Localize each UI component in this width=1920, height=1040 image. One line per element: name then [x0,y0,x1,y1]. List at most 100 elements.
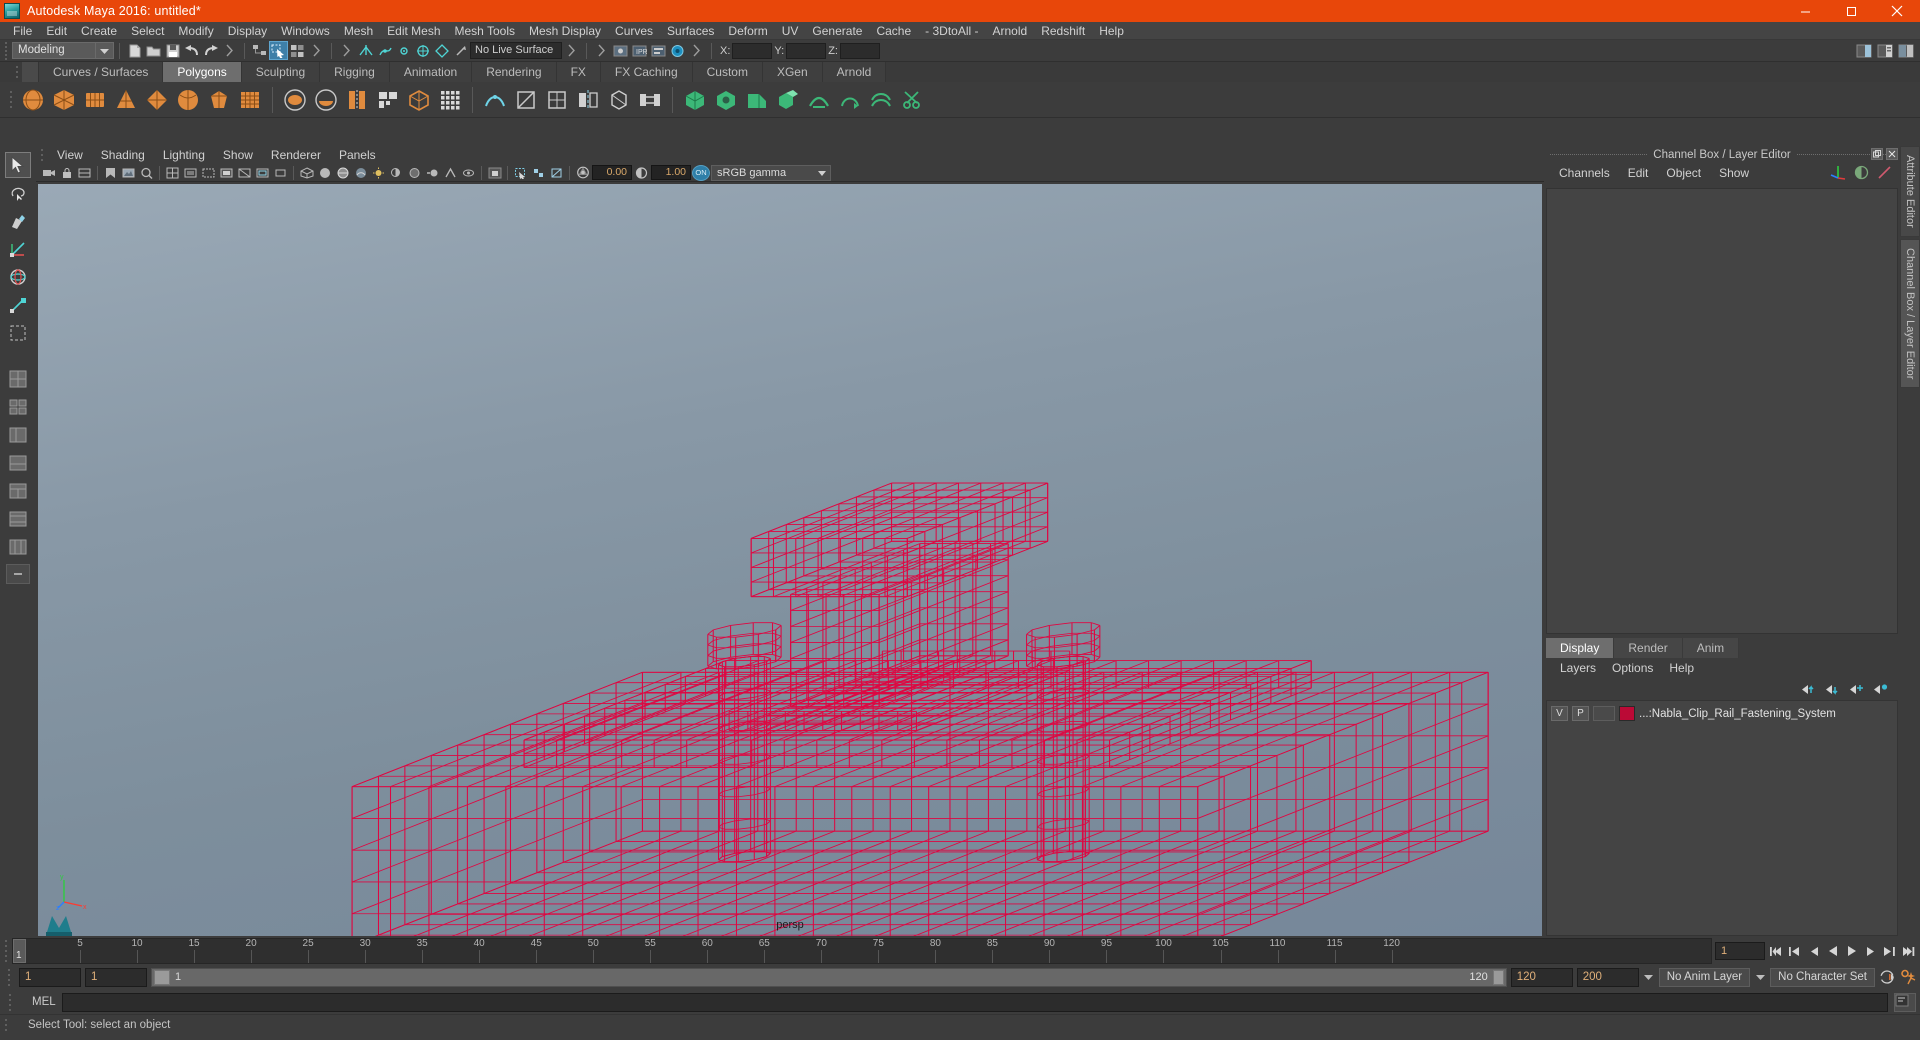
menu-item-curves[interactable]: Curves [608,22,660,40]
menu-item-redshift[interactable]: Redshift [1034,22,1092,40]
viewport-3d[interactable]: y x z persp [38,184,1542,936]
menu-item-cache[interactable]: Cache [869,22,918,40]
menu-item-mesh-tools[interactable]: Mesh Tools [448,22,522,40]
menu-item-display[interactable]: Display [221,22,274,40]
maximize-button[interactable] [1828,0,1874,22]
close-button[interactable] [1874,0,1920,22]
extract-icon[interactable] [436,86,464,114]
lighting-icon[interactable] [370,165,387,181]
layer-tab-anim[interactable]: Anim [1682,638,1740,658]
menu-set-dropdown-arrow[interactable] [96,42,114,59]
statusline-expander-6[interactable] [687,41,706,60]
triangulate-icon[interactable] [512,86,540,114]
statusline-grip[interactable] [2,41,10,60]
smooth-icon[interactable] [481,86,509,114]
two-d-pan-zoom-icon[interactable] [138,165,155,181]
channel-slider-icon[interactable] [1877,165,1892,180]
poly-cylinder-icon[interactable] [81,86,109,114]
menu-item-windows[interactable]: Windows [274,22,337,40]
statusline-expander-1[interactable] [220,41,239,60]
layer-list[interactable]: V P ...:Nabla_Clip_Rail_Fastening_System [1546,700,1898,936]
anim-end-time-field[interactable]: 200 [1576,967,1639,987]
move-tool-icon[interactable] [5,236,31,262]
wedge-icon[interactable] [743,86,771,114]
character-set-field[interactable]: No Character Set [1770,967,1875,987]
smooth-shade-icon[interactable] [316,165,333,181]
command-input[interactable] [61,992,1888,1012]
range-slider[interactable]: 1 120 [151,967,1507,987]
channel-box-menu-object[interactable]: Object [1657,163,1710,183]
boolean-difference-icon[interactable] [312,86,340,114]
menu-item-modify[interactable]: Modify [171,22,220,40]
statusline-expander-3[interactable] [337,41,356,60]
viewport-grip[interactable] [38,148,46,162]
screen-space-ao-icon[interactable] [406,165,423,181]
step-back-key-icon[interactable] [1786,942,1803,960]
viewport-menu-renderer[interactable]: Renderer [262,146,330,164]
exposure-field[interactable]: 0.00 [592,165,632,180]
vertical-tab-channel-box-layer-editor[interactable]: Channel Box / Layer Editor [1900,238,1920,389]
auto-keyframe-icon[interactable] [1879,968,1896,986]
go-to-start-icon[interactable] [1767,942,1784,960]
poly-cube-icon[interactable] [50,86,78,114]
shelf-tabs-grip[interactable] [12,62,22,82]
xray-icon[interactable] [512,165,529,181]
image-plane-icon[interactable] [120,165,137,181]
manipulator-axis-icon[interactable] [1830,164,1846,180]
viewport-menu-view[interactable]: View [48,146,92,164]
play-forwards-icon[interactable] [1843,942,1860,960]
viewport-menu-show[interactable]: Show [214,146,262,164]
close-icon[interactable] [1886,148,1898,160]
shelf-tab-sculpting[interactable]: Sculpting [241,62,321,82]
live-surface-field[interactable]: No Live Surface [470,42,562,59]
shelf-tab-rendering[interactable]: Rendering [472,62,557,82]
move-layer-up-icon[interactable] [1801,683,1816,696]
shelf-tab-xgen[interactable]: XGen [762,62,823,82]
layer-color-swatch[interactable] [1619,706,1635,721]
redo-icon[interactable] [201,41,220,60]
motion-blur-icon[interactable] [424,165,441,181]
safe-title-icon[interactable] [272,165,289,181]
help-line-grip[interactable] [0,1015,12,1035]
layer-type-toggle[interactable] [1593,706,1615,721]
render-settings-icon[interactable] [649,41,668,60]
menu-item-edit-mesh[interactable]: Edit Mesh [380,22,447,40]
layer-row[interactable]: V P ...:Nabla_Clip_Rail_Fastening_System [1551,705,1893,722]
channel-box-menu-edit[interactable]: Edit [1619,163,1658,183]
film-origin-icon[interactable] [236,165,253,181]
poly-platonic-icon[interactable] [236,86,264,114]
new-layer-from-selected-icon[interactable] [1873,683,1888,696]
menu-item-arnold[interactable]: Arnold [986,22,1035,40]
safe-action-icon[interactable] [254,165,271,181]
render-current-frame-icon[interactable] [611,41,630,60]
ipr-render-icon[interactable]: IPR [630,41,649,60]
quick-layout-persp-outliner-icon[interactable] [5,422,31,448]
undock-icon[interactable] [1871,148,1883,160]
step-forward-frame-icon[interactable] [1862,942,1879,960]
move-layer-down-icon[interactable] [1825,683,1840,696]
menu-item-deform[interactable]: Deform [721,22,774,40]
statusline-expander-2[interactable] [307,41,326,60]
viewport-menu-panels[interactable]: Panels [330,146,385,164]
character-set-dropdown-icon[interactable] [1754,968,1766,987]
snap-curve-icon[interactable] [375,41,394,60]
quick-layout-more-button[interactable] [6,564,30,584]
sidebar-channel-icon[interactable] [1896,41,1915,60]
append-icon[interactable] [681,86,709,114]
xray-active-icon[interactable] [548,165,565,181]
range-handle-right[interactable] [1492,969,1504,985]
cut-faces-icon[interactable] [898,86,926,114]
viewport-menu-lighting[interactable]: Lighting [154,146,214,164]
xray-joints-icon[interactable] [530,165,547,181]
menu-item-uv[interactable]: UV [775,22,806,40]
poly-cone-icon[interactable] [112,86,140,114]
time-slider-grip[interactable] [0,938,12,964]
layer-menu-layers[interactable]: Layers [1552,658,1604,678]
step-forward-key-icon[interactable] [1881,942,1898,960]
last-tool-icon[interactable] [5,320,31,346]
poly-disc-icon[interactable] [205,86,233,114]
shadows-icon[interactable] [388,165,405,181]
poly-plane-icon[interactable] [174,86,202,114]
menu-item-mesh-display[interactable]: Mesh Display [522,22,608,40]
new-scene-icon[interactable] [125,41,144,60]
